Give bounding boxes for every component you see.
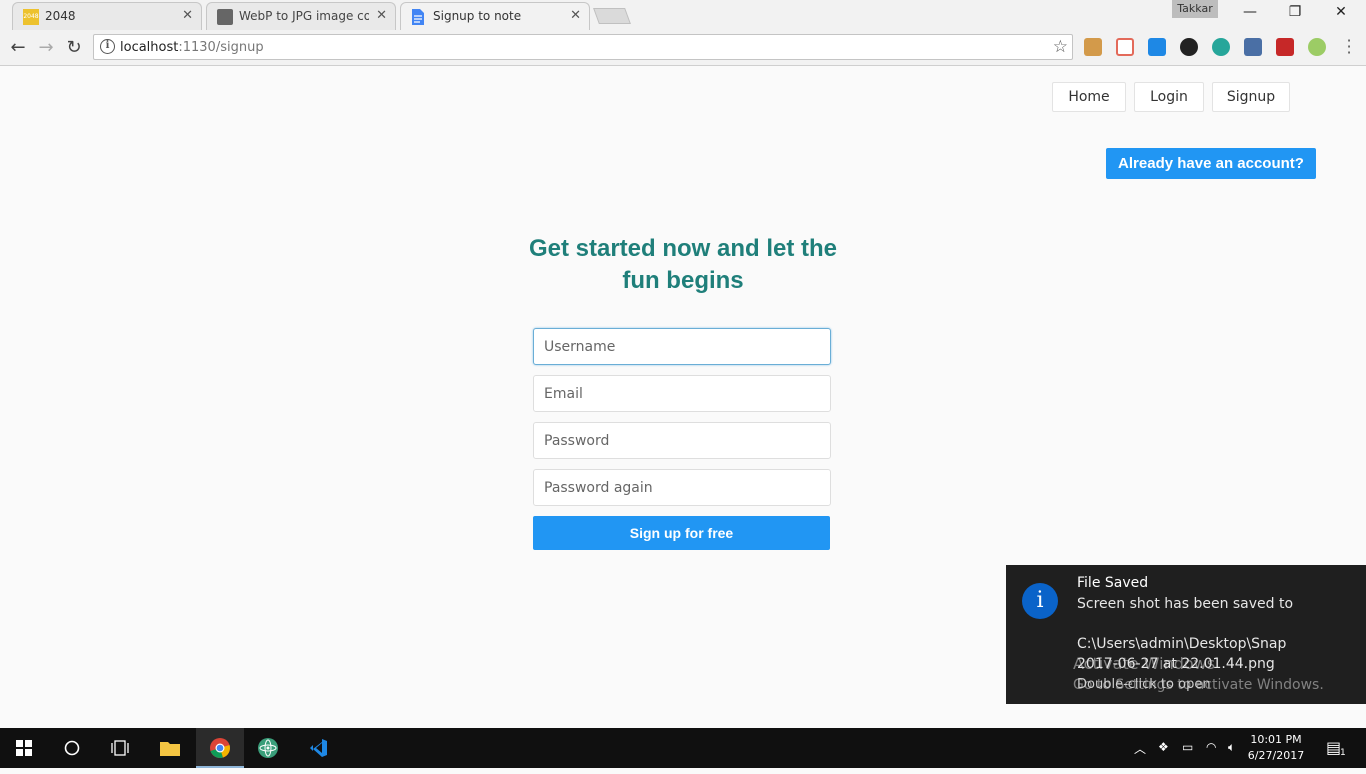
tab-title: 2048 [45,9,76,23]
atom-editor-icon[interactable] [244,728,292,768]
extension-red-icon[interactable] [1276,38,1294,56]
converter-icon [217,9,233,25]
close-icon[interactable]: ✕ [182,8,193,23]
action-center-icon[interactable]: ▤ [1326,738,1341,757]
vscode-icon[interactable] [294,728,342,768]
extension-m-icon[interactable] [1212,38,1230,56]
password-input[interactable] [533,422,831,459]
signup-submit-button[interactable]: Sign up for free [533,516,830,550]
bookmark-star-icon[interactable]: ☆ [1053,37,1068,57]
extension-timer-icon[interactable] [1244,38,1262,56]
username-input[interactable] [533,328,831,365]
extension-bookmark-icon[interactable] [1084,38,1102,56]
notification-line: Screen shot has been saved to [1077,596,1294,612]
extension-calendar-icon[interactable] [1116,38,1134,56]
back-arrow-icon[interactable]: ← [6,36,30,60]
browser-toolbar: ← → ↻ i localhost:1130/signup ☆ · · · [0,30,1366,66]
battery-tray-icon[interactable]: ▭ [1182,740,1193,754]
clock-date: 6/27/2017 [1247,749,1305,762]
restore-icon[interactable]: ❐ [1283,4,1307,24]
dropbox-tray-icon[interactable]: ❖ [1158,740,1169,754]
tab-title: WebP to JPG image conv [239,9,369,23]
url-text: localhost:1130/signup [120,40,264,55]
new-tab-button[interactable] [593,8,631,24]
extension-circle-icon[interactable] [1180,38,1198,56]
password-again-input[interactable] [533,469,831,506]
page-title: Get started now and let the fun begins [528,235,838,294]
activate-windows-watermark: Activate Windows [1073,654,1216,673]
windows-start-icon[interactable] [0,728,48,768]
nav-home-link[interactable]: Home [1052,82,1126,112]
wifi-tray-icon[interactable]: ◠ [1206,740,1216,754]
nav-login-link[interactable]: Login [1134,82,1204,112]
forward-arrow-icon[interactable]: → [34,36,58,60]
close-icon[interactable]: ✕ [376,8,387,23]
file-explorer-icon[interactable] [146,728,194,768]
address-bar[interactable]: i localhost:1130/signup ☆ [93,34,1073,60]
already-have-account-button[interactable]: Already have an account? [1106,148,1316,179]
tab-title: Signup to note [433,9,522,23]
profile-button[interactable]: Takkar [1172,0,1218,18]
minimize-icon[interactable]: — [1238,4,1262,24]
close-icon[interactable]: ✕ [570,8,581,23]
2048-icon: 2048 [23,9,39,25]
task-view-icon[interactable] [96,728,144,768]
chrome-taskbar-icon[interactable] [196,728,244,768]
tab-strip: 2048 2048 ✕ WebP to JPG image conv ✕ Sig… [0,0,1366,30]
email-input[interactable] [533,375,831,412]
menu-dots-icon[interactable]: · · · [1344,33,1354,61]
volume-tray-icon[interactable]: 🔈︎ [1228,740,1235,755]
notification-path: C:\Users\admin\Desktop\Snap [1077,636,1287,652]
info-icon[interactable]: i [100,39,115,54]
info-icon: i [1022,583,1058,619]
notification-title: File Saved [1077,575,1149,591]
tab-2048[interactable]: 2048 2048 ✕ [12,2,202,30]
system-clock[interactable]: 10:01 PM 6/27/2017 [1246,732,1306,764]
file-saved-notification[interactable]: i File Saved Screen shot has been saved … [1006,565,1366,704]
tab-webp-converter[interactable]: WebP to JPG image conv ✕ [206,2,396,30]
document-icon [411,9,427,25]
extension-download-icon[interactable] [1148,38,1166,56]
tab-signup[interactable]: Signup to note ✕ [400,2,590,30]
notification-count-badge: 1 [1340,748,1346,758]
show-hidden-icons-icon[interactable]: ︿ [1134,740,1146,757]
reload-icon[interactable]: ↻ [62,36,86,60]
taskbar: ︿ ❖ ▭ ◠ 🔈︎ 10:01 PM 6/27/2017 ▤ 1 [0,728,1366,768]
window-close-icon[interactable]: ✕ [1329,4,1353,24]
nav-signup-link[interactable]: Signup [1212,82,1290,112]
clock-time: 10:01 PM [1250,733,1302,746]
search-circle-icon[interactable] [48,728,96,768]
activate-windows-hint: Go to Settings to activate Windows. [1073,677,1324,693]
extension-green-icon[interactable] [1308,38,1326,56]
